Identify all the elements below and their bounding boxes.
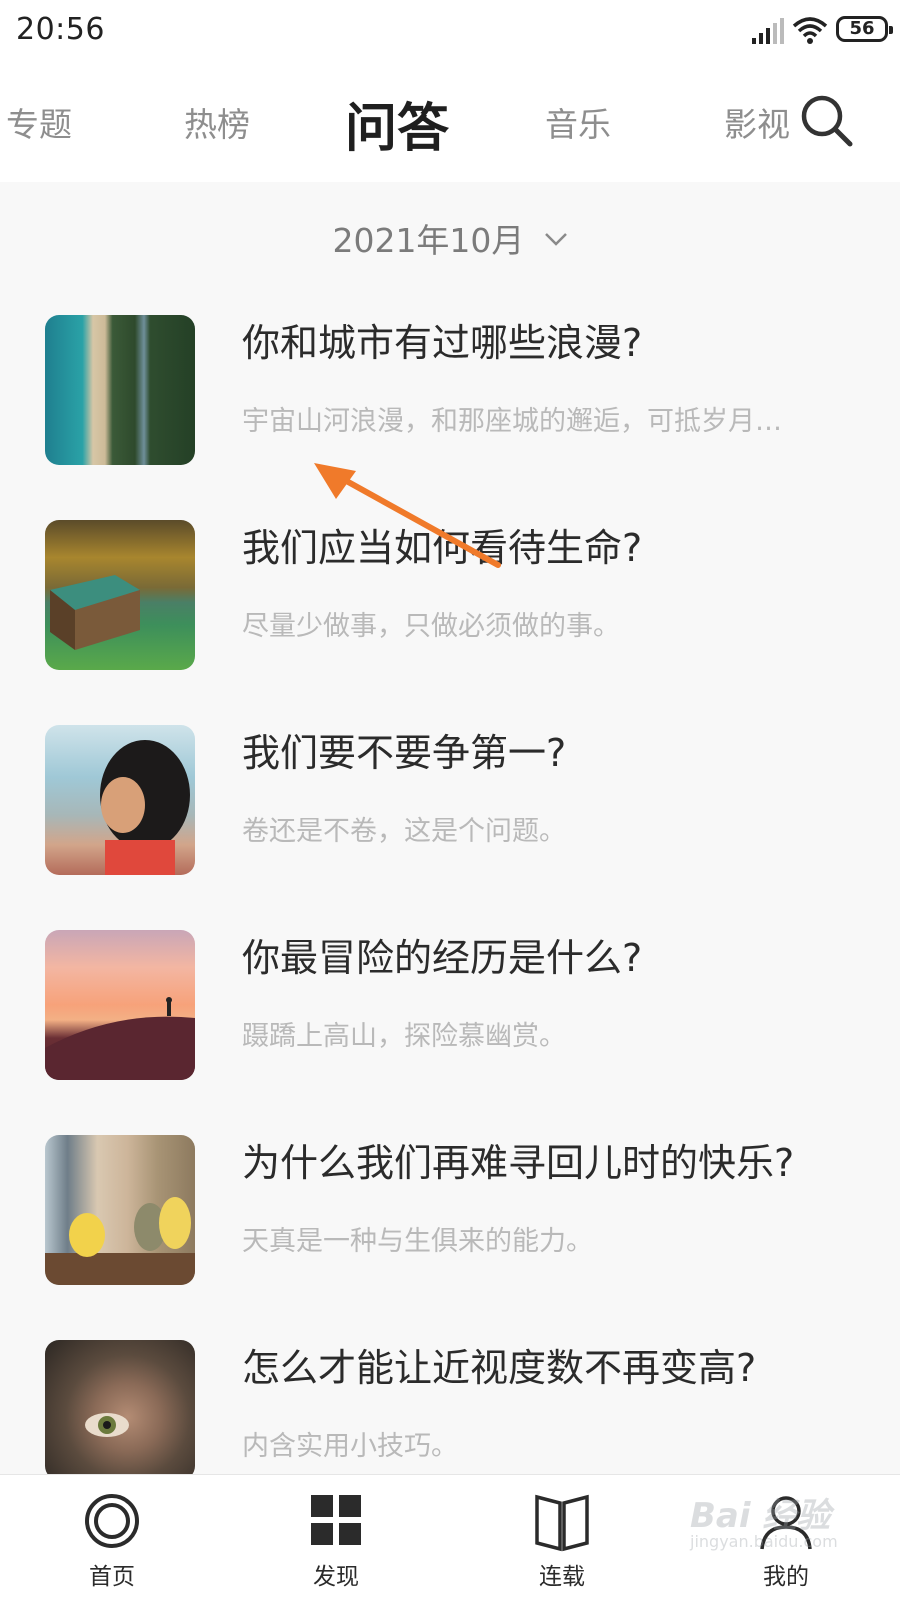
nav-home[interactable]: 首页 xyxy=(52,1491,172,1591)
tab-hot[interactable]: 热榜 xyxy=(184,98,250,146)
list-item[interactable]: 你最冒险的经历是什么? 蹑蹻上高山，探险慕幽赏。 xyxy=(0,919,900,1080)
toys-shape xyxy=(45,1197,195,1285)
question-subtitle: 天真是一种与生俱来的能力。 xyxy=(242,1226,593,1257)
nav-serial-label: 连载 xyxy=(539,1564,585,1590)
question-title: 你和城市有过哪些浪漫? xyxy=(242,321,643,365)
thumbnail-image xyxy=(45,1340,195,1480)
battery-level: 56 xyxy=(849,18,875,39)
question-subtitle: 蹑蹻上高山，探险慕幽赏。 xyxy=(242,1021,566,1052)
nav-home-label: 首页 xyxy=(89,1564,135,1590)
thumbnail-image xyxy=(45,930,195,1080)
cabin-shape xyxy=(50,575,140,650)
list-item[interactable]: 怎么才能让近视度数不再变高? 内含实用小技巧。 xyxy=(0,1329,900,1489)
nav-discover-label: 发现 xyxy=(313,1564,359,1590)
thumbnail-image xyxy=(45,315,195,465)
annotation-arrow xyxy=(314,463,501,568)
hiker-silhouette xyxy=(45,997,195,1080)
list-item[interactable]: 我们要不要争第一? 卷还是不卷，这是个问题。 xyxy=(0,714,900,875)
tab-film[interactable]: 影视 xyxy=(724,98,790,146)
question-subtitle: 宇宙山河浪漫，和那座城的邂逅，可抵岁月… xyxy=(242,406,782,437)
search-icon[interactable] xyxy=(800,94,854,148)
tab-topics[interactable]: 专题 xyxy=(6,98,72,146)
app-root: { "status_bar": { "time": "20:56", "batt… xyxy=(0,0,900,1600)
question-title: 我们要不要争第一? xyxy=(242,731,567,775)
status-time: 20:56 xyxy=(16,12,105,47)
status-bar: 20:56 56 xyxy=(0,0,900,64)
question-subtitle: 卷还是不卷，这是个问题。 xyxy=(242,816,566,847)
question-title: 为什么我们再难寻回儿时的快乐? xyxy=(242,1141,795,1185)
question-subtitle: 内含实用小技巧。 xyxy=(242,1431,458,1462)
watermark-brand: Bai 经验 xyxy=(690,1496,831,1536)
tab-music[interactable]: 音乐 xyxy=(545,98,611,146)
thumbnail-image xyxy=(45,520,195,670)
watermark-url: jingyan.baidu.com xyxy=(690,1532,838,1551)
tab-qa[interactable]: 问答 xyxy=(345,86,449,161)
grid-icon xyxy=(311,1495,361,1545)
signal-icon xyxy=(752,18,784,44)
date-selector[interactable]: 2021年10月 xyxy=(0,196,900,276)
wifi-icon xyxy=(792,17,828,44)
thumbnail-image xyxy=(45,1135,195,1285)
question-title: 怎么才能让近视度数不再变高? xyxy=(242,1346,757,1390)
top-nav: 专题 热榜 问答 音乐 影视 xyxy=(0,64,900,182)
date-label: 2021年10月 xyxy=(332,221,525,260)
child-silhouette xyxy=(100,740,190,875)
battery-icon: 56 xyxy=(836,16,893,42)
list-item[interactable]: 你和城市有过哪些浪漫? 宇宙山河浪漫，和那座城的邂逅，可抵岁月… xyxy=(0,304,900,465)
nav-discover[interactable]: 发现 xyxy=(276,1491,396,1591)
nav-serial[interactable]: 连载 xyxy=(502,1491,622,1591)
eye-shape xyxy=(85,1413,129,1437)
question-title: 你最冒险的经历是什么? xyxy=(242,936,643,980)
thumbnail-image xyxy=(45,725,195,875)
question-subtitle: 尽量少做事，只做必须做的事。 xyxy=(242,611,620,642)
watermark: Bai 经验 jingyan.baidu.com xyxy=(690,1488,890,1578)
book-icon xyxy=(535,1494,589,1552)
home-ring-icon xyxy=(85,1494,139,1548)
chevron-down-icon xyxy=(544,233,567,246)
list-item[interactable]: 为什么我们再难寻回儿时的快乐? 天真是一种与生俱来的能力。 xyxy=(0,1124,900,1285)
